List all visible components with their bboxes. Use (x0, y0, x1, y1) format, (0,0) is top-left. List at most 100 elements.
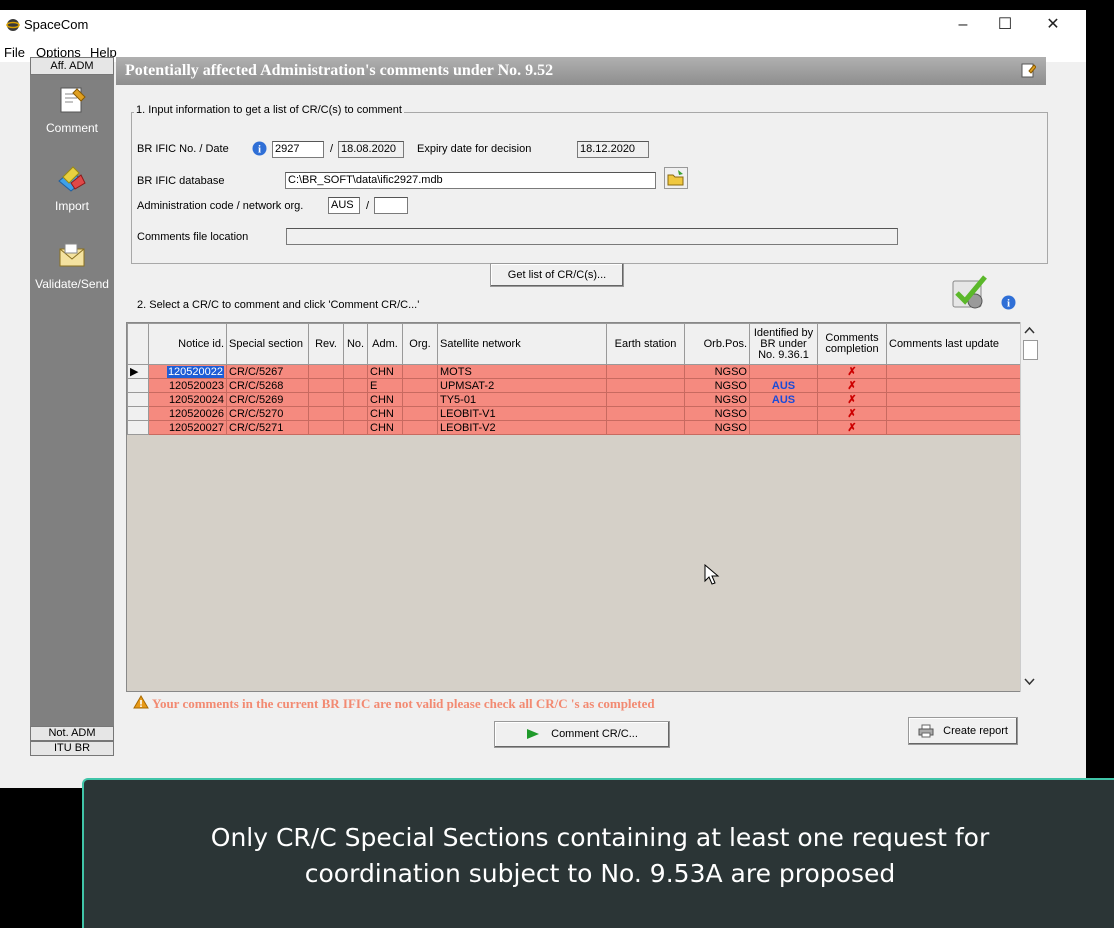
info-icon[interactable]: i (1001, 295, 1016, 310)
completion-cell[interactable]: ✗ (817, 364, 887, 379)
identified-cell[interactable] (749, 364, 818, 379)
satellite-network-cell[interactable]: LEOBIT-V1 (437, 406, 607, 421)
last-update-cell[interactable] (886, 364, 1027, 379)
identified-cell[interactable]: AUS (749, 392, 818, 407)
identified-cell[interactable] (749, 406, 818, 421)
row-selector[interactable] (127, 406, 149, 421)
org-cell[interactable] (402, 364, 438, 379)
identified-cell[interactable] (749, 420, 818, 435)
col-comments-last-update[interactable]: Comments last update (886, 323, 1027, 365)
row-selector[interactable] (127, 420, 149, 435)
row-selector[interactable] (127, 392, 149, 407)
minimize-button[interactable]: – (940, 13, 986, 37)
row-selector[interactable] (127, 378, 149, 393)
satellite-network-cell[interactable]: LEOBIT-V2 (437, 420, 607, 435)
orb-pos-cell[interactable]: NGSO (684, 392, 750, 407)
table-row[interactable]: 120520027 CR/C/5271 CHN LEOBIT-V2 NGSO ✗ (127, 420, 1027, 435)
org-cell[interactable] (402, 392, 438, 407)
no-cell[interactable] (343, 364, 368, 379)
edit-note-icon[interactable] (1020, 62, 1036, 78)
special-section-cell[interactable]: CR/C/5267 (226, 364, 309, 379)
col-earth-station[interactable]: Earth station (606, 323, 685, 365)
earth-station-cell[interactable] (606, 406, 685, 421)
no-cell[interactable] (343, 420, 368, 435)
completion-cell[interactable]: ✗ (817, 420, 887, 435)
satellite-network-cell[interactable]: MOTS (437, 364, 607, 379)
check-settings-icon[interactable] (951, 273, 991, 311)
nav-validate-send[interactable]: Validate/Send (30, 239, 114, 291)
adm-cell[interactable]: CHN (367, 364, 403, 379)
col-identified[interactable]: Identified by BR under No. 9.36.1 (749, 323, 818, 365)
satellite-network-cell[interactable]: UPMSAT-2 (437, 378, 607, 393)
adm-cell[interactable]: CHN (367, 406, 403, 421)
table-row[interactable]: 120520023 CR/C/5268 E UPMSAT-2 NGSO AUS … (127, 378, 1027, 393)
scroll-up-icon[interactable] (1024, 326, 1035, 334)
notice-id-cell[interactable]: 120520026 (148, 406, 227, 421)
col-adm[interactable]: Adm. (367, 323, 403, 365)
left-panel-header[interactable]: Aff. ADM (30, 57, 114, 75)
close-button[interactable]: ✕ (1030, 13, 1076, 37)
last-update-cell[interactable] (886, 392, 1027, 407)
earth-station-cell[interactable] (606, 378, 685, 393)
orb-pos-cell[interactable]: NGSO (684, 364, 750, 379)
special-section-cell[interactable]: CR/C/5269 (226, 392, 309, 407)
col-satellite-network[interactable]: Satellite network (437, 323, 607, 365)
completion-cell[interactable]: ✗ (817, 378, 887, 393)
table-vertical-scrollbar[interactable] (1020, 322, 1039, 692)
info-icon[interactable]: i (252, 141, 267, 156)
no-cell[interactable] (343, 392, 368, 407)
rev-cell[interactable] (308, 378, 344, 393)
maximize-button[interactable]: ☐ (982, 13, 1028, 37)
rev-cell[interactable] (308, 392, 344, 407)
special-section-cell[interactable]: CR/C/5271 (226, 420, 309, 435)
scroll-thumb[interactable] (1023, 340, 1038, 360)
notice-id-cell[interactable]: 120520023 (148, 378, 227, 393)
get-list-button[interactable]: Get list of CR/C(s)... (490, 263, 624, 287)
notice-id-cell[interactable]: 120520022 (148, 364, 227, 379)
col-special-section[interactable]: Special section (226, 323, 309, 365)
special-section-cell[interactable]: CR/C/5270 (226, 406, 309, 421)
comment-crc-button[interactable]: Comment CR/C... (494, 721, 670, 748)
earth-station-cell[interactable] (606, 392, 685, 407)
adm-cell[interactable]: CHN (367, 420, 403, 435)
rev-cell[interactable] (308, 364, 344, 379)
notice-id-cell[interactable]: 120520024 (148, 392, 227, 407)
nav-itu-br[interactable]: ITU BR (30, 741, 114, 756)
notice-id-cell[interactable]: 120520027 (148, 420, 227, 435)
completion-cell[interactable]: ✗ (817, 406, 887, 421)
no-cell[interactable] (343, 406, 368, 421)
col-orb-pos[interactable]: Orb.Pos. (684, 323, 750, 365)
orb-pos-cell[interactable]: NGSO (684, 406, 750, 421)
col-comments-completion[interactable]: Comments completion (817, 323, 887, 365)
last-update-cell[interactable] (886, 406, 1027, 421)
row-selector-current[interactable]: ▶ (127, 364, 149, 379)
org-cell[interactable] (402, 378, 438, 393)
scroll-down-icon[interactable] (1024, 678, 1035, 686)
table-row[interactable]: 120520024 CR/C/5269 CHN TY5-01 NGSO AUS … (127, 392, 1027, 407)
completion-cell[interactable]: ✗ (817, 392, 887, 407)
network-org-input[interactable] (374, 197, 408, 214)
rev-cell[interactable] (308, 406, 344, 421)
identified-cell[interactable]: AUS (749, 378, 818, 393)
adm-cell[interactable]: CHN (367, 392, 403, 407)
browse-folder-icon[interactable] (664, 167, 688, 189)
adm-cell[interactable]: E (367, 378, 403, 393)
no-cell[interactable] (343, 378, 368, 393)
bric-number-input[interactable]: 2927 (272, 141, 324, 158)
col-notice-id[interactable]: Notice id. (148, 323, 227, 365)
nav-import[interactable]: Import (30, 161, 114, 213)
org-cell[interactable] (402, 420, 438, 435)
notice-id-selected[interactable]: 120520022 (166, 365, 224, 378)
last-update-cell[interactable] (886, 378, 1027, 393)
nav-not-adm[interactable]: Not. ADM (30, 726, 114, 741)
org-cell[interactable] (402, 406, 438, 421)
admin-code-input[interactable]: AUS (328, 197, 360, 214)
satellite-network-cell[interactable]: TY5-01 (437, 392, 607, 407)
col-no[interactable]: No. (343, 323, 368, 365)
create-report-button[interactable]: Create report (908, 717, 1018, 745)
earth-station-cell[interactable] (606, 420, 685, 435)
menu-file[interactable]: File (4, 45, 25, 60)
table-row[interactable]: 120520026 CR/C/5270 CHN LEOBIT-V1 NGSO ✗ (127, 406, 1027, 421)
special-section-cell[interactable]: CR/C/5268 (226, 378, 309, 393)
orb-pos-cell[interactable]: NGSO (684, 378, 750, 393)
